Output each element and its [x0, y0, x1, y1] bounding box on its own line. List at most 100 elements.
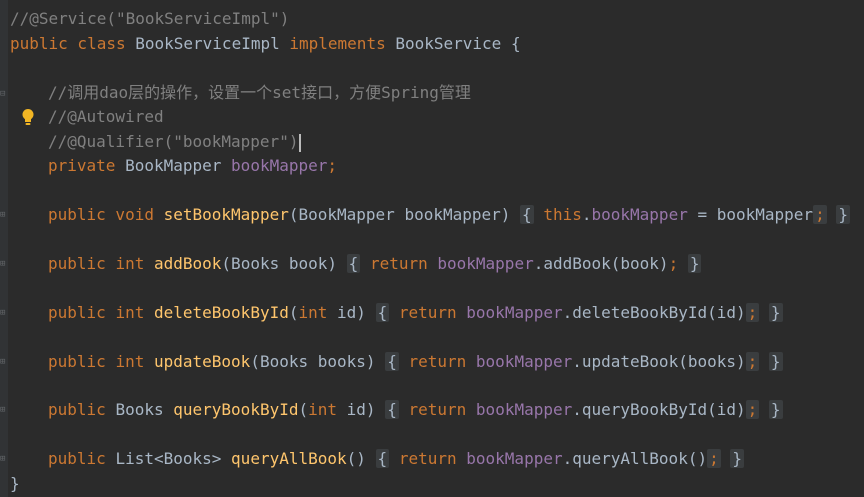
- field-name: bookMapper: [466, 449, 563, 468]
- method-call: .queryBookById(id): [572, 400, 746, 419]
- fold-marker-icon[interactable]: ⊞: [0, 259, 8, 269]
- type-name: List<Books>: [115, 449, 222, 468]
- keyword: public class: [10, 34, 126, 53]
- params: id): [327, 303, 366, 322]
- interface-name: BookService {: [395, 34, 521, 53]
- params: (BookMapper bookMapper): [288, 205, 511, 224]
- field-name: bookMapper: [231, 156, 328, 175]
- semicolon: ;: [327, 156, 338, 175]
- code-line[interactable]: }: [10, 472, 20, 496]
- fold-marker-icon[interactable]: ⊞: [0, 357, 8, 367]
- semicolon: ;: [668, 254, 679, 273]
- code-editor[interactable]: ⊟ ⊞ ⊞ ⊞ ⊞ ⊞ ⊞ //@Service("BookServiceImp…: [0, 0, 864, 497]
- keyword: return: [369, 254, 428, 273]
- keyword: int: [298, 303, 328, 322]
- method-call: .deleteBookById(id): [562, 303, 746, 322]
- closing-brace: }: [10, 474, 20, 493]
- method-name: addBook: [153, 254, 222, 273]
- folded-brace[interactable]: {: [385, 400, 399, 419]
- semicolon: ;: [707, 449, 721, 468]
- method-call: .queryAllBook(): [562, 449, 708, 468]
- code-line[interactable]: public Books queryBookById(int id) { ret…: [48, 398, 783, 422]
- keyword: public: [48, 303, 106, 322]
- keyword: return: [408, 400, 467, 419]
- comment: //@Service("BookServiceImpl"): [10, 9, 290, 28]
- code-line[interactable]: //调用dao层的操作，设置一个set接口，方便Spring管理: [48, 81, 471, 105]
- keyword: int: [115, 303, 145, 322]
- code-line[interactable]: public int updateBook(Books books) { ret…: [48, 350, 783, 374]
- semicolon: ;: [745, 400, 760, 419]
- method-name: setBookMapper: [163, 205, 289, 224]
- keyword: return: [408, 352, 467, 371]
- type-name: BookMapper: [125, 156, 222, 175]
- paren: (: [298, 400, 309, 419]
- keyword: public: [48, 352, 106, 371]
- assignment: = bookMapper: [687, 205, 814, 224]
- folded-brace[interactable]: }: [768, 352, 783, 371]
- keyword: return: [398, 303, 457, 322]
- code-line[interactable]: //@Service("BookServiceImpl"): [10, 7, 289, 31]
- code-line[interactable]: public List<Books> queryAllBook() { retu…: [48, 447, 745, 471]
- method-call: .updateBook(books): [572, 352, 746, 371]
- keyword: int: [308, 400, 338, 419]
- fold-marker-icon[interactable]: ⊞: [0, 454, 8, 464]
- keyword: implements: [289, 34, 386, 53]
- params: (): [346, 449, 366, 468]
- folded-brace[interactable]: {: [346, 254, 361, 273]
- method-name: updateBook: [153, 352, 251, 371]
- fold-marker-icon[interactable]: ⊞: [0, 210, 8, 220]
- code-line[interactable]: public void setBookMapper(BookMapper boo…: [48, 203, 850, 227]
- method-name: queryAllBook: [231, 449, 347, 468]
- comment: //调用dao层的操作，设置一个set接口，方便Spring管理: [48, 83, 471, 102]
- folded-brace[interactable]: {: [375, 449, 390, 468]
- gutter[interactable]: [0, 0, 8, 497]
- folded-brace[interactable]: {: [520, 205, 534, 224]
- semicolon: ;: [745, 352, 760, 371]
- method-name: queryBookById: [173, 400, 299, 419]
- class-name: BookServiceImpl: [135, 34, 280, 53]
- semicolon: ;: [813, 205, 827, 224]
- lightbulb-icon[interactable]: [20, 108, 36, 126]
- type-name: Books: [115, 400, 164, 419]
- code-line[interactable]: //@Qualifier("bookMapper"): [48, 130, 302, 154]
- folded-brace[interactable]: {: [385, 352, 399, 371]
- folded-brace[interactable]: }: [836, 205, 850, 224]
- keyword: this: [543, 205, 582, 224]
- folded-brace[interactable]: {: [375, 303, 390, 322]
- semicolon: ;: [745, 303, 760, 322]
- code-line[interactable]: public class BookServiceImpl implements …: [10, 32, 521, 56]
- keyword: int: [115, 352, 145, 371]
- fold-marker-icon[interactable]: ⊟: [0, 89, 8, 99]
- code-line[interactable]: private BookMapper bookMapper;: [48, 154, 337, 178]
- folded-brace[interactable]: }: [768, 303, 783, 322]
- params: id): [337, 400, 376, 419]
- keyword: private: [48, 156, 116, 175]
- method-name: deleteBookById: [153, 303, 289, 322]
- params: (Books book): [221, 254, 338, 273]
- keyword: public: [48, 449, 106, 468]
- code-line[interactable]: public int deleteBookById(int id) { retu…: [48, 301, 783, 325]
- keyword: public: [48, 254, 106, 273]
- field-name: bookMapper: [437, 254, 534, 273]
- code-line[interactable]: //@Autowired: [48, 105, 164, 129]
- dot: .: [581, 205, 592, 224]
- fold-marker-icon[interactable]: ⊞: [0, 405, 8, 415]
- folded-brace[interactable]: }: [730, 449, 745, 468]
- comment: //@Qualifier("bookMapper"): [48, 132, 299, 151]
- field-name: bookMapper: [475, 400, 573, 419]
- comment: //@Autowired: [48, 107, 164, 126]
- code-line[interactable]: public int addBook(Books book) { return …: [48, 252, 702, 276]
- field-name: bookMapper: [475, 352, 573, 371]
- folded-brace[interactable]: }: [768, 400, 783, 419]
- fold-marker-icon[interactable]: ⊞: [0, 308, 8, 318]
- keyword: public void: [48, 205, 154, 224]
- field-name: bookMapper: [466, 303, 563, 322]
- keyword: int: [115, 254, 145, 273]
- keyword: public: [48, 400, 106, 419]
- field-name: bookMapper: [591, 205, 688, 224]
- params: (Books books): [250, 352, 376, 371]
- keyword: return: [398, 449, 457, 468]
- method-call: .addBook(book): [533, 254, 669, 273]
- text-caret: [299, 133, 302, 152]
- folded-brace[interactable]: }: [687, 254, 702, 273]
